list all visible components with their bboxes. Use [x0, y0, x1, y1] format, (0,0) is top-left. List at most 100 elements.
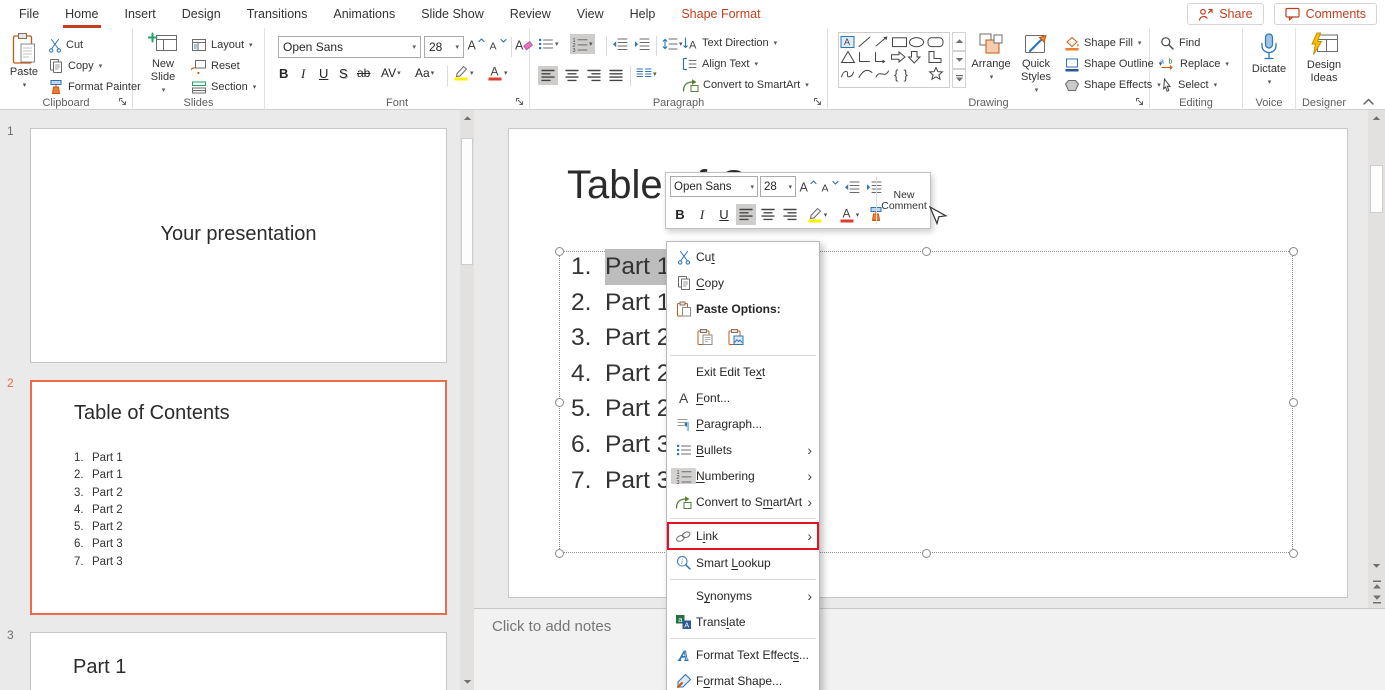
font-size-combo[interactable]: 28▾ — [424, 36, 464, 58]
shapes-gallery[interactable]: A{} — [838, 32, 950, 88]
bold-button[interactable]: B — [279, 66, 288, 81]
font-color-button[interactable]: A▾ — [487, 64, 508, 81]
new-comment-button[interactable]: New Comment — [879, 176, 929, 225]
align-center-button[interactable] — [562, 66, 582, 85]
align-center-button[interactable] — [758, 204, 778, 225]
find-button[interactable]: Find — [1160, 34, 1200, 52]
scroll-up-button[interactable] — [1368, 110, 1385, 126]
underline-button[interactable]: U — [319, 66, 328, 81]
design-ideas-button[interactable]: Design Ideas — [1302, 32, 1346, 85]
slide-thumbnail-3[interactable]: Part 1 — [30, 632, 447, 690]
dialog-launcher-icon[interactable] — [515, 97, 524, 106]
resize-handle[interactable] — [555, 247, 564, 256]
tab-file[interactable]: File — [6, 0, 52, 28]
dialog-launcher-icon[interactable] — [813, 97, 822, 106]
convert-to-smartart-button[interactable]: Convert to SmartArt▾ — [682, 76, 809, 94]
menu-item-convert-to-smartart[interactable]: Convert to SmartArt› — [667, 489, 819, 515]
menu-item-font[interactable]: AFont... — [667, 385, 819, 411]
menu-item-format-text-effects[interactable]: AFormat Text Effects... — [667, 642, 819, 668]
slide-list-item[interactable]: 4.Part 2 — [571, 356, 670, 392]
shape-outline-button[interactable]: Shape Outline▾ — [1064, 55, 1162, 73]
slide-list-item[interactable]: 7.Part 3 — [571, 463, 670, 499]
decrease-indent-button[interactable] — [842, 176, 862, 197]
menu-item-paragraph[interactable]: ¶Paragraph... — [667, 411, 819, 437]
scroll-down-button[interactable] — [460, 674, 474, 690]
tab-view[interactable]: View — [564, 0, 617, 28]
resize-handle[interactable] — [555, 398, 564, 407]
slide-list[interactable]: 1.Part 12.Part 13.Part 24.Part 25.Part 2… — [571, 249, 670, 498]
paste-keep-formatting-icon[interactable] — [696, 328, 714, 346]
slide-list-item[interactable]: 5.Part 2 — [571, 391, 670, 427]
resize-handle[interactable] — [922, 247, 931, 256]
select-button[interactable]: Select▾ — [1160, 76, 1217, 94]
tab-home[interactable]: Home — [52, 0, 111, 28]
align-text-button[interactable]: Align Text▾ — [682, 55, 758, 73]
copy-button[interactable]: Copy▾ — [48, 57, 102, 75]
scrollbar-thumb[interactable] — [1370, 165, 1383, 213]
slide-list-item[interactable]: 2.Part 1 — [571, 285, 670, 321]
paste-picture-icon[interactable] — [727, 328, 745, 346]
comments-button[interactable]: Comments — [1274, 3, 1377, 25]
menu-item-paste-options[interactable]: Paste Options: — [667, 296, 819, 322]
highlight-color-button[interactable]: ▾ — [802, 204, 832, 225]
resize-handle[interactable] — [922, 549, 931, 558]
cut-button[interactable]: Cut — [48, 36, 83, 54]
menu-item-cut[interactable]: Cut — [667, 244, 819, 270]
shrink-font-button[interactable]: A — [820, 176, 840, 197]
align-right-button[interactable] — [584, 66, 604, 85]
scroll-down-button[interactable] — [1368, 558, 1385, 574]
underline-button[interactable]: U — [714, 204, 734, 225]
slide-list-item[interactable]: 1.Part 1 — [571, 249, 670, 285]
font-color-button[interactable]: A▾ — [834, 204, 864, 225]
menu-item-link[interactable]: Link› — [667, 522, 819, 550]
replace-button[interactable]: abReplace▾ — [1160, 55, 1229, 73]
scroll-up-button[interactable] — [460, 110, 474, 126]
italic-button[interactable]: I — [301, 66, 305, 82]
line-spacing-button[interactable]: ▾ — [662, 37, 683, 51]
menu-item-copy[interactable]: Copy — [667, 270, 819, 296]
slide-thumbnail-1[interactable]: Your presentation — [30, 128, 447, 363]
decrease-indent-button[interactable] — [612, 37, 628, 51]
mini-font-size-combo[interactable]: 28▾ — [760, 176, 796, 197]
shape-effects-button[interactable]: Shape Effects▾ — [1064, 76, 1161, 94]
thumbnail-scrollbar[interactable] — [460, 110, 474, 690]
section-button[interactable]: Section▾ — [191, 78, 256, 96]
menu-item-bullets[interactable]: Bullets› — [667, 437, 819, 463]
grow-font-button[interactable]: A — [467, 37, 485, 52]
slide-list-item[interactable]: 6.Part 3 — [571, 427, 670, 463]
paste-button[interactable]: Paste▾ — [6, 32, 42, 92]
shrink-font-button[interactable]: A — [489, 37, 507, 52]
menu-item-smart-lookup[interactable]: iSmart Lookup — [667, 550, 819, 576]
arrange-button[interactable]: Arrange▾ — [970, 32, 1012, 84]
menu-item-synonyms[interactable]: Synonyms› — [667, 583, 819, 609]
reset-button[interactable]: Reset — [191, 57, 240, 75]
resize-handle[interactable] — [1289, 247, 1298, 256]
tab-insert[interactable]: Insert — [112, 0, 169, 28]
bullets-button[interactable]: ▾ — [538, 36, 559, 52]
quick-styles-button[interactable]: Quick Styles▾ — [1014, 32, 1058, 97]
tab-animations[interactable]: Animations — [320, 0, 408, 28]
text-shadow-button[interactable]: S — [339, 66, 348, 81]
scrollbar-thumb[interactable] — [461, 138, 473, 265]
dialog-launcher-icon[interactable] — [118, 97, 127, 106]
shape-fill-button[interactable]: Shape Fill▾ — [1064, 34, 1141, 52]
resize-handle[interactable] — [1289, 398, 1298, 407]
previous-slide-button[interactable] — [1368, 576, 1385, 592]
strikethrough-button[interactable]: ab — [357, 66, 370, 80]
highlight-color-button[interactable]: ▾ — [453, 64, 474, 81]
collapse-ribbon-button[interactable] — [1362, 98, 1375, 106]
change-case-button[interactable]: Aa▾ — [415, 66, 434, 80]
align-left-button[interactable] — [538, 66, 558, 85]
menu-item-translate[interactable]: aATranslate — [667, 609, 819, 635]
tab-help[interactable]: Help — [617, 0, 669, 28]
slide-thumbnail-2[interactable]: Table of Contents 1.Part 12.Part 13.Part… — [30, 380, 447, 615]
tab-review[interactable]: Review — [497, 0, 564, 28]
tab-transitions[interactable]: Transitions — [234, 0, 321, 28]
next-slide-button[interactable] — [1368, 592, 1385, 608]
menu-item-exit-edit-text[interactable]: Exit Edit Text — [667, 359, 819, 385]
dictate-button[interactable]: Dictate▾ — [1249, 32, 1289, 89]
justify-button[interactable] — [606, 66, 626, 85]
align-right-button[interactable] — [780, 204, 800, 225]
mini-font-name-combo[interactable]: Open Sans▾ — [670, 176, 758, 197]
gallery-more-button[interactable] — [952, 69, 966, 88]
